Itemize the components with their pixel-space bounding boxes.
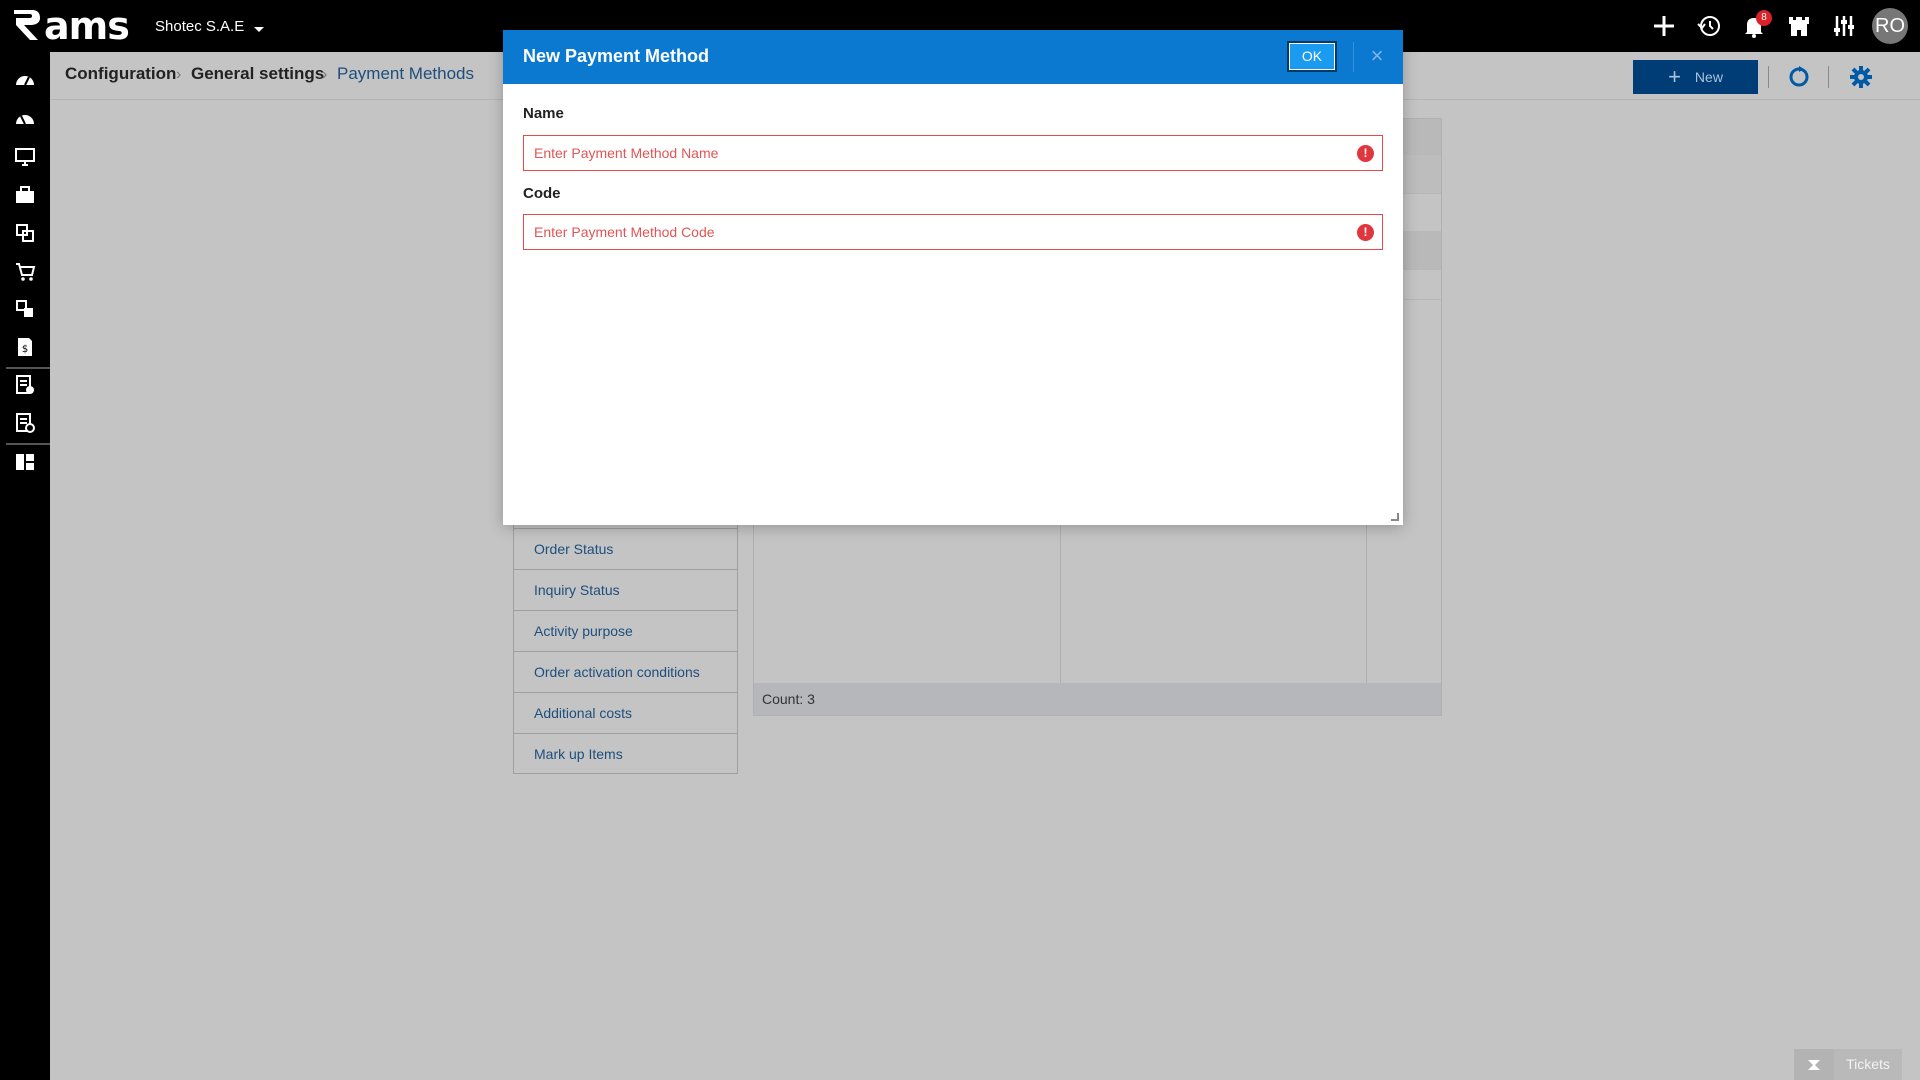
name-input[interactable] [524, 136, 1344, 170]
tiles-icon [16, 454, 34, 470]
close-icon[interactable]: × [1364, 43, 1390, 69]
new-button-label: New [1694, 69, 1723, 85]
code-field: ! [523, 214, 1383, 250]
resize-handle[interactable] [1391, 513, 1399, 521]
header-divider [1828, 66, 1829, 88]
settings-list-item[interactable]: Inquiry Status [514, 569, 737, 610]
sidebar-item-invoice[interactable]: $ [12, 334, 38, 360]
left-sidebar: $ [0, 52, 50, 1080]
tickets-widget[interactable]: Tickets [1794, 1049, 1902, 1080]
sidebar-item-speedometer[interactable] [12, 105, 38, 131]
user-avatar[interactable]: RO [1872, 8, 1908, 44]
tickets-icon [1794, 1049, 1834, 1080]
sidebar-item-dashboard[interactable] [12, 67, 38, 93]
app-logo[interactable]: ams [10, 4, 130, 48]
company-name: Shotec S.A.E [155, 18, 245, 35]
code-label: Code [523, 185, 561, 202]
breadcrumb-separator-icon: › [322, 66, 328, 83]
sidebar-item-tiles[interactable] [12, 449, 38, 475]
breadcrumb-separator-icon: › [176, 66, 182, 83]
notifications-button[interactable]: 8 [1731, 0, 1776, 52]
name-label: Name [523, 105, 564, 122]
briefcase-icon [16, 186, 34, 203]
settings-list-item[interactable]: Activity purpose [514, 610, 737, 651]
name-field: ! [523, 135, 1383, 171]
dashboard-icon [16, 76, 34, 86]
sidebar-item-boxes[interactable] [12, 296, 38, 322]
history-button[interactable] [1686, 0, 1731, 52]
castle-icon [1788, 17, 1809, 36]
new-button[interactable]: + New [1633, 60, 1758, 94]
settings-list-item[interactable]: Order Status [514, 528, 737, 569]
sidebar-divider [6, 443, 50, 445]
add-button[interactable] [1641, 0, 1686, 52]
header-divider [1353, 42, 1354, 72]
grid-count: Count: 3 [754, 683, 1441, 715]
header-divider [1768, 66, 1769, 88]
logo-text: ams [44, 4, 130, 48]
company-selector[interactable]: Shotec S.A.E [155, 18, 265, 35]
sidebar-item-monitor[interactable] [12, 144, 38, 170]
plus-icon: + [1668, 64, 1681, 89]
tickets-label: Tickets [1834, 1049, 1902, 1080]
svg-text:$: $ [22, 344, 28, 355]
castle-button[interactable] [1776, 0, 1821, 52]
invoice-icon: $ [18, 338, 32, 356]
breadcrumb-configuration[interactable]: Configuration [65, 64, 176, 84]
notification-badge: 8 [1756, 10, 1772, 26]
settings-sliders-button[interactable] [1821, 0, 1866, 52]
top-actions: 8 RO [1641, 0, 1920, 52]
refresh-icon[interactable] [1786, 64, 1812, 90]
plus-icon [1653, 16, 1674, 36]
error-icon: ! [1357, 145, 1374, 162]
gear-icon[interactable] [1848, 64, 1874, 90]
sliders-icon [1833, 16, 1854, 36]
shapes-icon [16, 224, 34, 242]
settings-list-item[interactable]: Additional costs [514, 692, 737, 733]
monitor-icon [15, 148, 35, 166]
breadcrumb-general-settings[interactable]: General settings [191, 64, 324, 84]
new-payment-method-dialog: New Payment Method OK × Name ! Code ! [503, 30, 1403, 525]
ok-button[interactable]: OK [1287, 41, 1337, 72]
logo-mark-icon [14, 10, 40, 40]
boxes-icon [16, 300, 33, 317]
caret-down-icon [254, 26, 265, 32]
sidebar-item-briefcase[interactable] [12, 182, 38, 208]
sidebar-item-cart[interactable] [12, 258, 38, 284]
settings-list-item[interactable]: Mark up Items [514, 733, 737, 774]
report-icon [16, 413, 35, 433]
sidebar-item-checklist[interactable] [12, 372, 38, 398]
cart-icon [16, 263, 36, 281]
speedometer-icon [16, 115, 34, 125]
sidebar-divider [6, 367, 50, 369]
sidebar-item-shapes[interactable] [12, 220, 38, 246]
settings-list-item[interactable]: Order activation conditions [514, 651, 737, 692]
code-input[interactable] [524, 215, 1344, 249]
dialog-header: New Payment Method OK × [503, 30, 1403, 84]
dialog-title: New Payment Method [523, 46, 710, 66]
checklist-icon [16, 375, 34, 394]
breadcrumb-payment-methods: Payment Methods [337, 64, 475, 83]
sidebar-item-report[interactable] [12, 410, 38, 436]
history-icon [1696, 16, 1720, 36]
error-icon: ! [1357, 224, 1374, 241]
